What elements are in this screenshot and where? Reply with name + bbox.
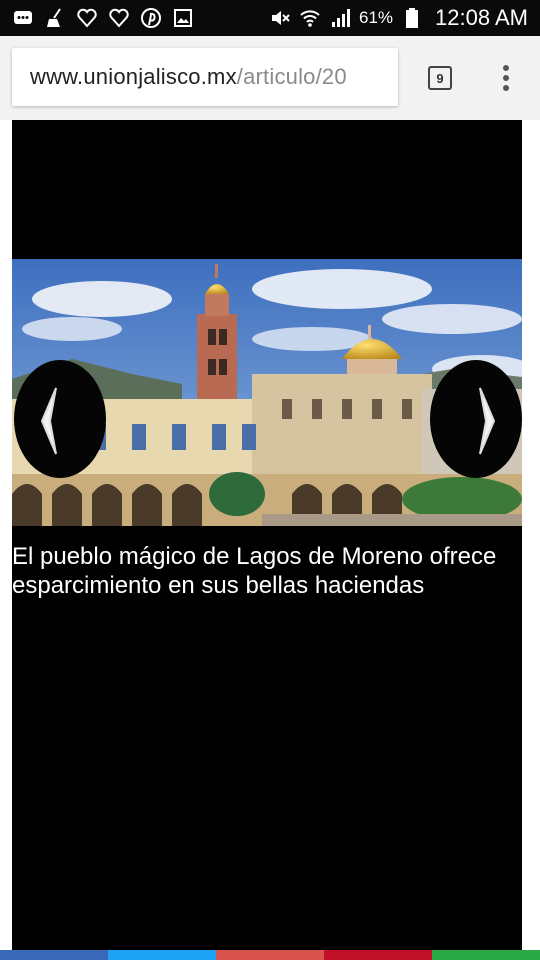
- status-bar: 61% 12:08 AM: [0, 0, 540, 36]
- previous-slide-button[interactable]: [14, 360, 106, 478]
- battery-percent: 61%: [359, 8, 394, 27]
- url-text[interactable]: www.unionjalisco.mx/articulo/20: [30, 64, 347, 90]
- notification-icons: [12, 6, 194, 30]
- heart-icon: [76, 7, 98, 29]
- article-caption[interactable]: El pueblo mágico de Lagos de Moreno ofre…: [12, 542, 502, 600]
- image-icon: [172, 7, 194, 29]
- url-path: /articulo/20: [236, 64, 347, 89]
- broom-icon: [44, 7, 66, 29]
- overflow-menu-icon[interactable]: [494, 62, 518, 94]
- browser-toolbar: www.unionjalisco.mx/articulo/20 9: [0, 36, 540, 120]
- tab-count: 9: [436, 70, 444, 86]
- signal-icon: [329, 7, 351, 29]
- article-slideshow: El pueblo mágico de Lagos de Moreno ofre…: [12, 120, 522, 950]
- address-bar[interactable]: www.unionjalisco.mx/articulo/20: [12, 48, 398, 106]
- share-whatsapp[interactable]: [432, 950, 540, 960]
- web-page: El pueblo mágico de Lagos de Moreno ofre…: [0, 120, 540, 960]
- clock: 12:08 AM: [435, 5, 528, 30]
- chevron-left-icon: [40, 387, 57, 455]
- mute-icon: [269, 7, 291, 29]
- share-facebook[interactable]: [0, 950, 108, 960]
- share-google[interactable]: [216, 950, 324, 960]
- wifi-icon: [299, 7, 321, 29]
- tab-switcher-button[interactable]: 9: [428, 66, 452, 90]
- next-slide-button[interactable]: [430, 360, 522, 478]
- system-icons: 61% 12:08 AM: [269, 5, 528, 30]
- heart-icon: [108, 7, 130, 29]
- share-pinterest[interactable]: [324, 950, 432, 960]
- url-host: www.unionjalisco.mx: [30, 64, 237, 89]
- battery-icon: [401, 7, 423, 29]
- share-bar[interactable]: [0, 950, 540, 960]
- share-twitter[interactable]: [108, 950, 216, 960]
- pinterest-icon: [140, 7, 162, 29]
- chevron-right-icon: [479, 387, 496, 455]
- chat-icon: [12, 7, 34, 29]
